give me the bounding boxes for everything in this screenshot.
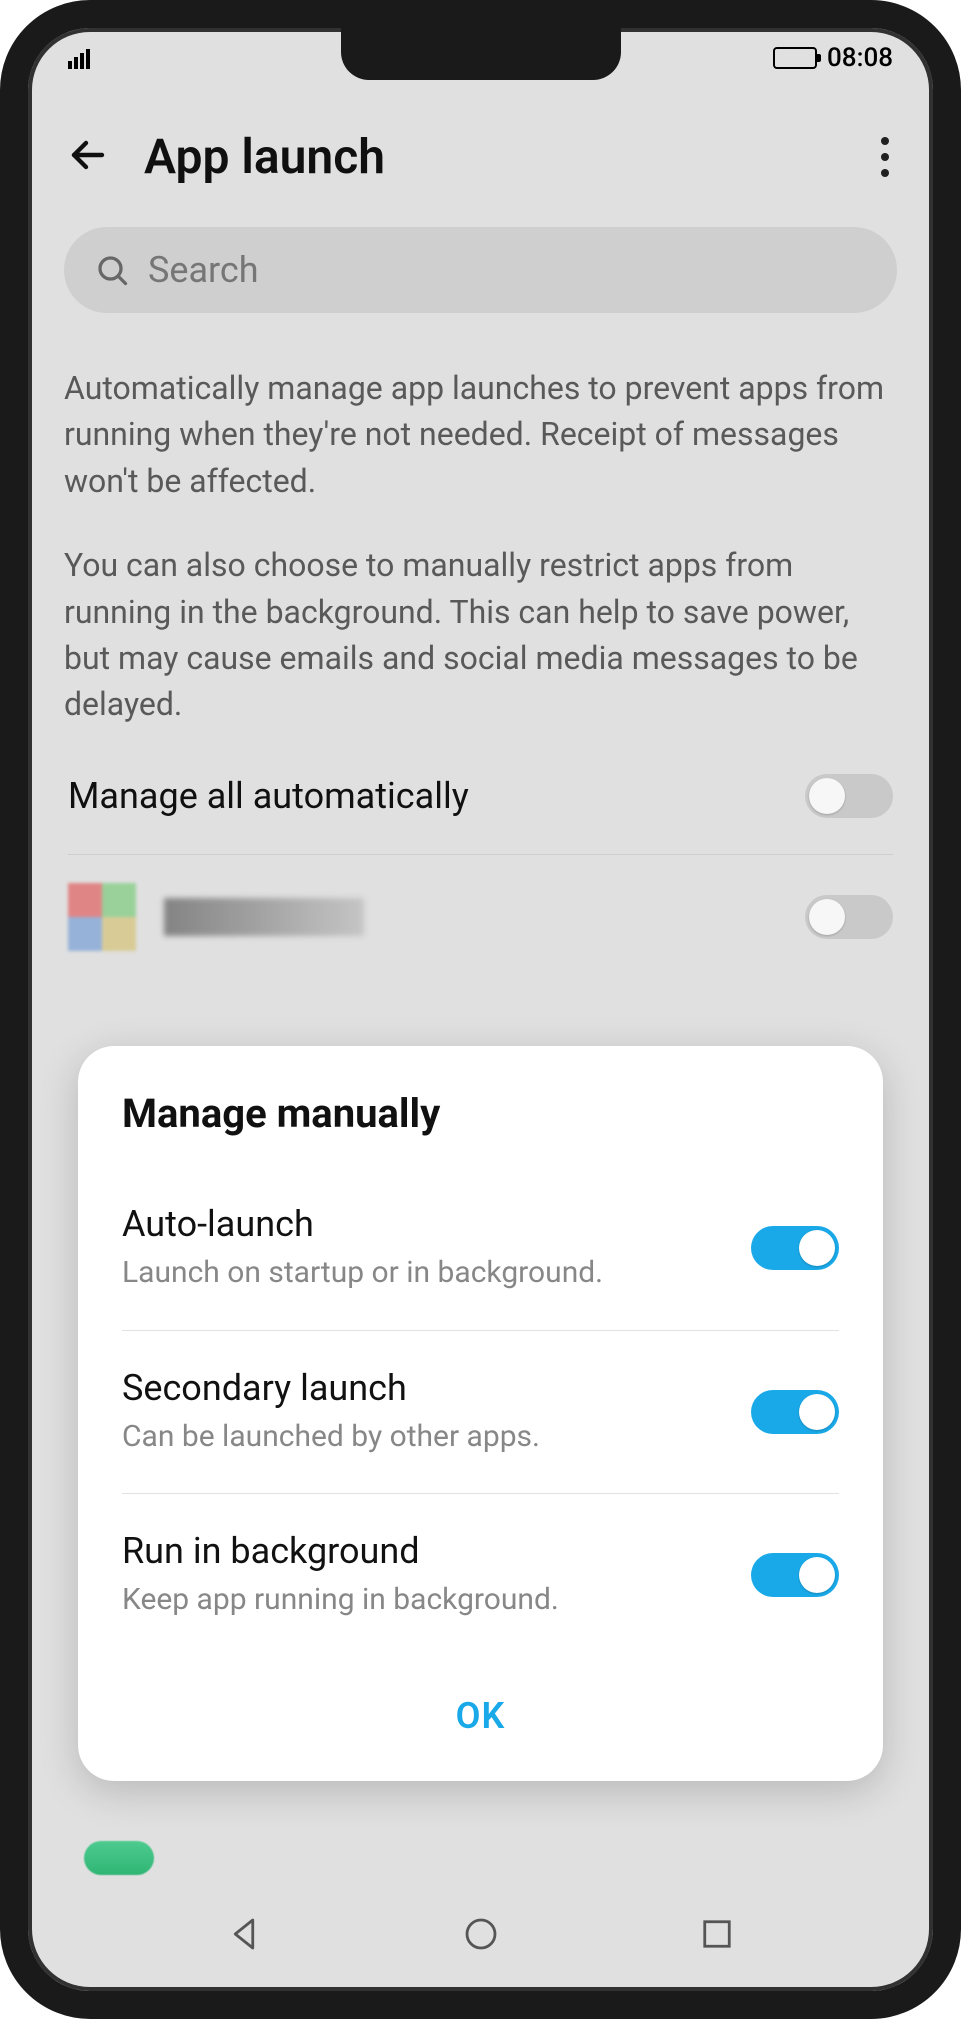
auto-launch-sub: Launch on startup or in background. [122,1253,731,1294]
secondary-launch-label: Secondary launch [122,1367,731,1409]
auto-launch-toggle[interactable] [751,1226,839,1270]
partial-app-icon [84,1841,154,1875]
dialog-title: Manage manually [78,1090,883,1167]
app-icon [68,883,136,951]
search-placeholder: Search [148,249,259,291]
manage-all-label: Manage all automatically [68,775,785,817]
description-paragraph-1: Automatically manage app launches to pre… [64,365,897,504]
app-item-toggle[interactable] [805,895,893,939]
run-background-row[interactable]: Run in background Keep app running in ba… [78,1494,883,1657]
description-block: Automatically manage app launches to pre… [28,325,933,738]
manage-all-row[interactable]: Manage all automatically [28,738,933,854]
secondary-launch-sub: Can be launched by other apps. [122,1417,731,1458]
ok-button[interactable]: OK [78,1657,883,1781]
manage-all-toggle[interactable] [805,774,893,818]
secondary-launch-toggle[interactable] [751,1390,839,1434]
app-header: App launch [28,88,933,215]
status-time: 08:08 [827,43,893,73]
description-paragraph-2: You can also choose to manually restrict… [64,542,897,728]
signal-icon [68,47,90,69]
run-background-toggle[interactable] [751,1553,839,1597]
run-background-sub: Keep app running in background. [122,1580,731,1621]
run-background-label: Run in background [122,1530,731,1572]
overflow-menu-icon[interactable] [873,129,897,185]
back-arrow-icon[interactable] [64,131,112,183]
search-icon [94,252,130,288]
page-title: App launch [144,128,841,185]
nav-home-icon[interactable] [460,1913,502,1959]
nav-back-icon[interactable] [223,1913,265,1959]
app-list-item[interactable] [28,855,933,979]
navigation-bar [28,1881,933,1991]
notch [341,28,621,80]
app-name-obscured [164,898,364,936]
auto-launch-row[interactable]: Auto-launch Launch on startup or in back… [78,1167,883,1330]
secondary-launch-row[interactable]: Secondary launch Can be launched by othe… [78,1331,883,1494]
battery-icon [773,47,817,69]
search-input[interactable]: Search [64,227,897,313]
phone-frame: 08:08 App launch Search Automatically ma… [0,0,961,2019]
nav-recents-icon[interactable] [696,1913,738,1959]
auto-launch-label: Auto-launch [122,1203,731,1245]
manage-manually-dialog: Manage manually Auto-launch Launch on st… [78,1046,883,1781]
